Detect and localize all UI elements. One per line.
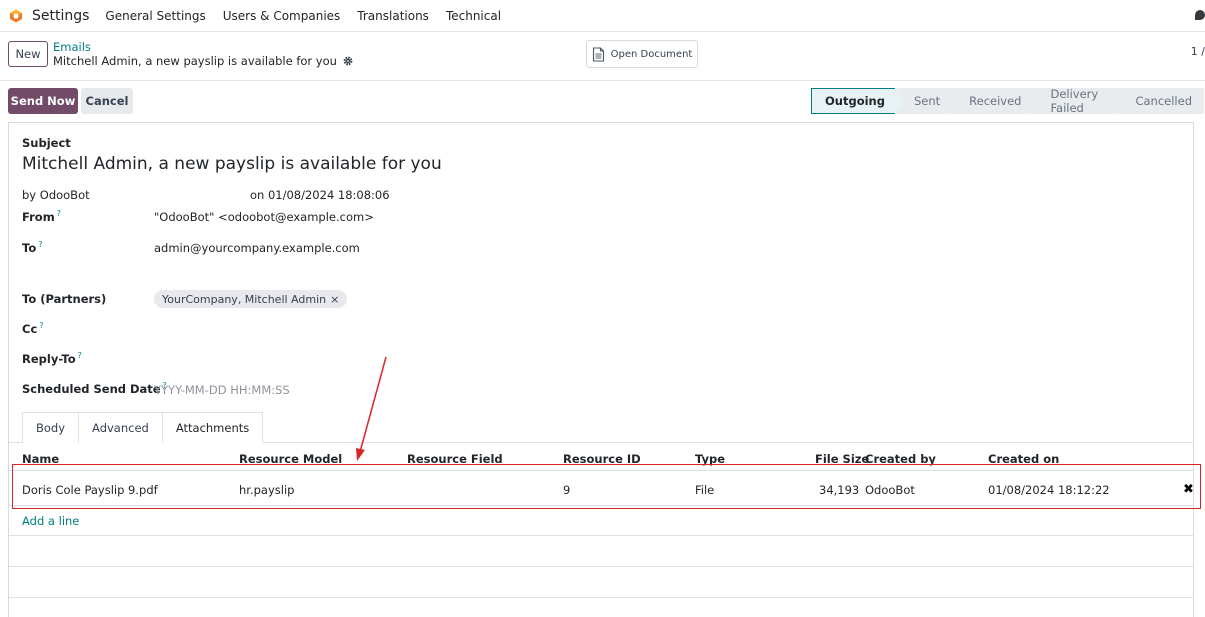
scheduled-send-date-label: Scheduled Send Date?: [22, 381, 167, 396]
help-icon[interactable]: ?: [78, 351, 82, 360]
add-line-link[interactable]: Add a line: [22, 514, 79, 528]
stage-cancelled[interactable]: Cancelled: [1117, 88, 1204, 114]
subject-field[interactable]: Mitchell Admin, a new payslip is availab…: [22, 154, 442, 174]
menu-users-companies[interactable]: Users & Companies: [223, 9, 341, 23]
row-divider: [9, 566, 1193, 567]
row-divider: [9, 535, 1193, 536]
tab-body[interactable]: Body: [22, 412, 80, 443]
send-now-button[interactable]: Send Now: [8, 88, 78, 114]
help-icon[interactable]: ?: [57, 209, 61, 218]
gear-icon[interactable]: [343, 56, 353, 66]
status-bar: Send Now Cancel Outgoing Sent Received D…: [0, 82, 1205, 120]
from-label: From?: [22, 209, 61, 224]
subject-label: Subject: [22, 136, 71, 150]
breadcrumb-emails[interactable]: Emails: [53, 40, 91, 54]
remove-tag-icon[interactable]: ×: [330, 293, 339, 306]
open-document-label: Open Document: [610, 48, 693, 60]
scheduled-send-date-input[interactable]: YYYY-MM-DD HH:MM:SS: [154, 383, 290, 397]
tab-attachments[interactable]: Attachments: [161, 412, 264, 443]
app-logo-icon[interactable]: [9, 9, 23, 23]
app-name[interactable]: Settings: [32, 8, 89, 24]
from-field[interactable]: "OdooBot" <odoobot@example.com>: [154, 210, 374, 224]
stage-sent[interactable]: Sent: [895, 88, 960, 114]
menu-technical[interactable]: Technical: [446, 9, 501, 23]
notebook-tabs: Body Advanced Attachments: [22, 412, 264, 443]
top-navbar: Settings General Settings Users & Compan…: [0, 0, 1205, 32]
record-title: Mitchell Admin, a new payslip is availab…: [53, 54, 353, 68]
partner-tag[interactable]: YourCompany, Mitchell Admin ×: [154, 290, 348, 308]
menu-general-settings[interactable]: General Settings: [105, 9, 205, 23]
open-document-button[interactable]: Open Document: [586, 40, 698, 68]
pager[interactable]: 1 /: [1191, 45, 1205, 58]
highlight-box: [12, 464, 1201, 509]
cancel-button[interactable]: Cancel: [81, 88, 133, 114]
record-title-text: Mitchell Admin, a new payslip is availab…: [53, 54, 337, 68]
date-text: on 01/08/2024 18:08:06: [250, 188, 390, 202]
reply-to-label: Reply-To?: [22, 351, 82, 366]
row-divider: [9, 597, 1193, 598]
help-icon[interactable]: ?: [39, 321, 43, 330]
tab-advanced[interactable]: Advanced: [78, 412, 163, 443]
control-panel: New Emails Mitchell Admin, a new payslip…: [0, 32, 1205, 81]
stage-received[interactable]: Received: [951, 88, 1041, 114]
partner-tag-label: YourCompany, Mitchell Admin: [162, 292, 327, 306]
cc-label: Cc?: [22, 321, 44, 336]
chat-icon[interactable]: [1195, 10, 1205, 20]
stage-outgoing[interactable]: Outgoing: [811, 88, 904, 115]
form-sheet: Subject Mitchell Admin, a new payslip is…: [8, 122, 1194, 617]
document-icon: [592, 46, 604, 62]
help-icon[interactable]: ?: [38, 240, 42, 249]
menu-translations[interactable]: Translations: [357, 9, 429, 23]
status-stages: Outgoing Sent Received Delivery Failed C…: [811, 87, 1205, 115]
to-label: To?: [22, 240, 43, 255]
new-button[interactable]: New: [8, 41, 48, 67]
to-partners-label: To (Partners): [22, 292, 107, 306]
stage-delivery-failed[interactable]: Delivery Failed: [1032, 87, 1126, 115]
author-text: by OdooBot: [22, 188, 90, 202]
to-field[interactable]: admin@yourcompany.example.com: [154, 241, 360, 255]
